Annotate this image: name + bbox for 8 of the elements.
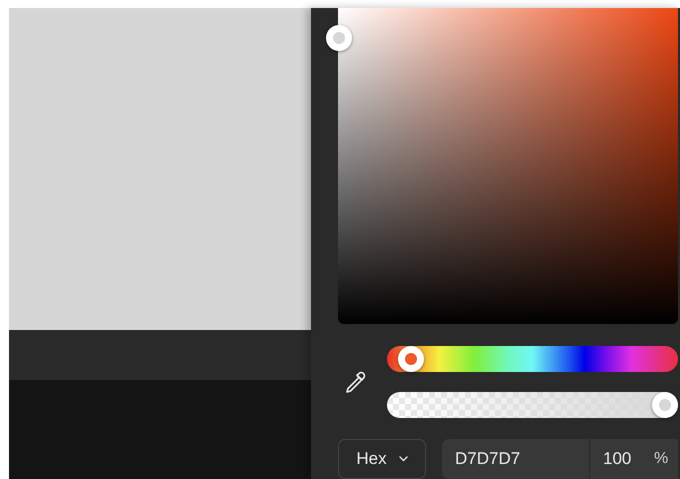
color-area-thumb[interactable]: [326, 25, 352, 51]
color-area[interactable]: [338, 8, 678, 324]
opacity-field[interactable]: 100: [590, 449, 646, 469]
hex-field[interactable]: D7D7D7: [442, 439, 590, 479]
chevron-down-icon: [398, 456, 408, 462]
color-value-field[interactable]: D7D7D7 100 %: [442, 439, 678, 479]
format-dropdown[interactable]: Hex: [338, 439, 426, 479]
percent-label: %: [654, 450, 668, 468]
